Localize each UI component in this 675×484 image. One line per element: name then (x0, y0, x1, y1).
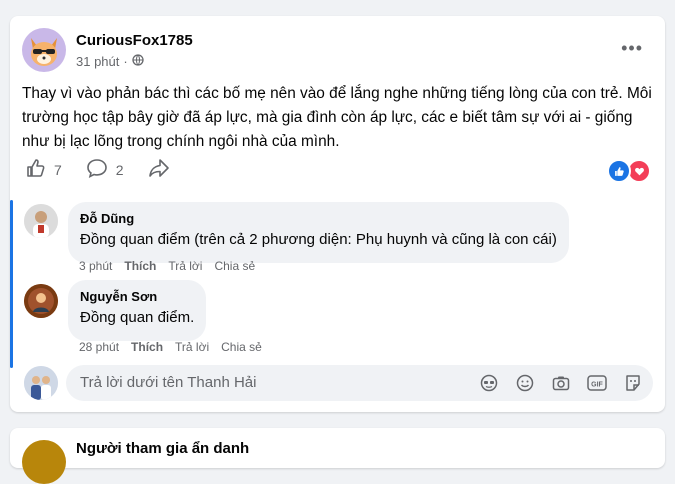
comment-time[interactable]: 28 phút (79, 340, 119, 354)
comment-author[interactable]: Nguyễn Sơn (80, 288, 194, 305)
comment-count: 2 (115, 161, 124, 178)
gif-icon[interactable]: GIF (587, 373, 607, 393)
thread-indicator (10, 200, 13, 368)
comment-like-button[interactable]: Thích (124, 259, 156, 273)
like-icon (607, 159, 631, 183)
comment-avatar[interactable] (24, 204, 58, 238)
comment-text: Đồng quan điểm (trên cả 2 phương diện: P… (80, 231, 557, 248)
like-button[interactable]: 7 (26, 158, 62, 181)
comment-share-button[interactable]: Chia sẻ (214, 259, 255, 273)
comment-reply-button[interactable]: Trả lời (168, 259, 202, 273)
reply-placeholder: Trả lời dưới tên Thanh Hải (80, 374, 257, 391)
avatar-sticker-icon[interactable] (479, 373, 499, 393)
reaction-summary[interactable] (607, 159, 651, 183)
comment-actions: 28 phút Thích Trả lời Chia sẻ (79, 340, 262, 354)
globe-icon (132, 54, 144, 69)
post-author[interactable]: Người tham gia ẩn danh (76, 440, 249, 457)
comment-reply-button[interactable]: Trả lời (175, 340, 209, 354)
post-meta: 31 phút · (76, 54, 144, 69)
comment-text: Đồng quan điểm. (80, 309, 195, 326)
post-card: CuriousFox1785 31 phút · ••• Thay vì vào… (10, 16, 665, 412)
like-count: 7 (54, 161, 62, 178)
comment-like-button[interactable]: Thích (131, 340, 163, 354)
post-time[interactable]: 31 phút (76, 54, 119, 69)
camera-icon[interactable] (551, 373, 571, 393)
current-user-avatar (24, 366, 58, 400)
post-text: Thay vì vào phản bác thì các bố mẹ nên v… (22, 85, 652, 150)
sticker-icon[interactable] (623, 373, 643, 393)
emoji-icon[interactable] (515, 373, 535, 393)
comment-bubble: Đỗ Dũng Đồng quan điểm (trên cả 2 phương… (68, 202, 569, 263)
author-avatar[interactable] (22, 28, 66, 72)
thumbs-up-icon (26, 158, 46, 181)
comment-avatar[interactable] (24, 284, 58, 318)
reply-input[interactable]: Trả lời dưới tên Thanh Hải GIF (66, 365, 653, 401)
share-button[interactable] (148, 158, 170, 181)
comment-time[interactable]: 3 phút (79, 259, 112, 273)
comment-button[interactable]: 2 (86, 158, 124, 181)
share-icon (148, 158, 170, 181)
comment-bubble: Nguyễn Sơn Đồng quan điểm. (68, 280, 207, 341)
post-actions: 7 2 (26, 158, 194, 181)
svg-text:GIF: GIF (591, 382, 603, 389)
post-author[interactable]: CuriousFox1785 (76, 32, 193, 49)
more-options-icon[interactable]: ••• (621, 38, 643, 59)
post-card: Người tham gia ẩn danh (10, 428, 665, 484)
comment-author[interactable]: Đỗ Dũng (80, 210, 557, 227)
reply-toolbar: GIF (479, 373, 643, 393)
author-avatar[interactable] (22, 440, 66, 484)
comment-actions: 3 phút Thích Trả lời Chia sẻ (79, 259, 255, 273)
comment-icon (86, 158, 108, 181)
comment-share-button[interactable]: Chia sẻ (221, 340, 262, 354)
